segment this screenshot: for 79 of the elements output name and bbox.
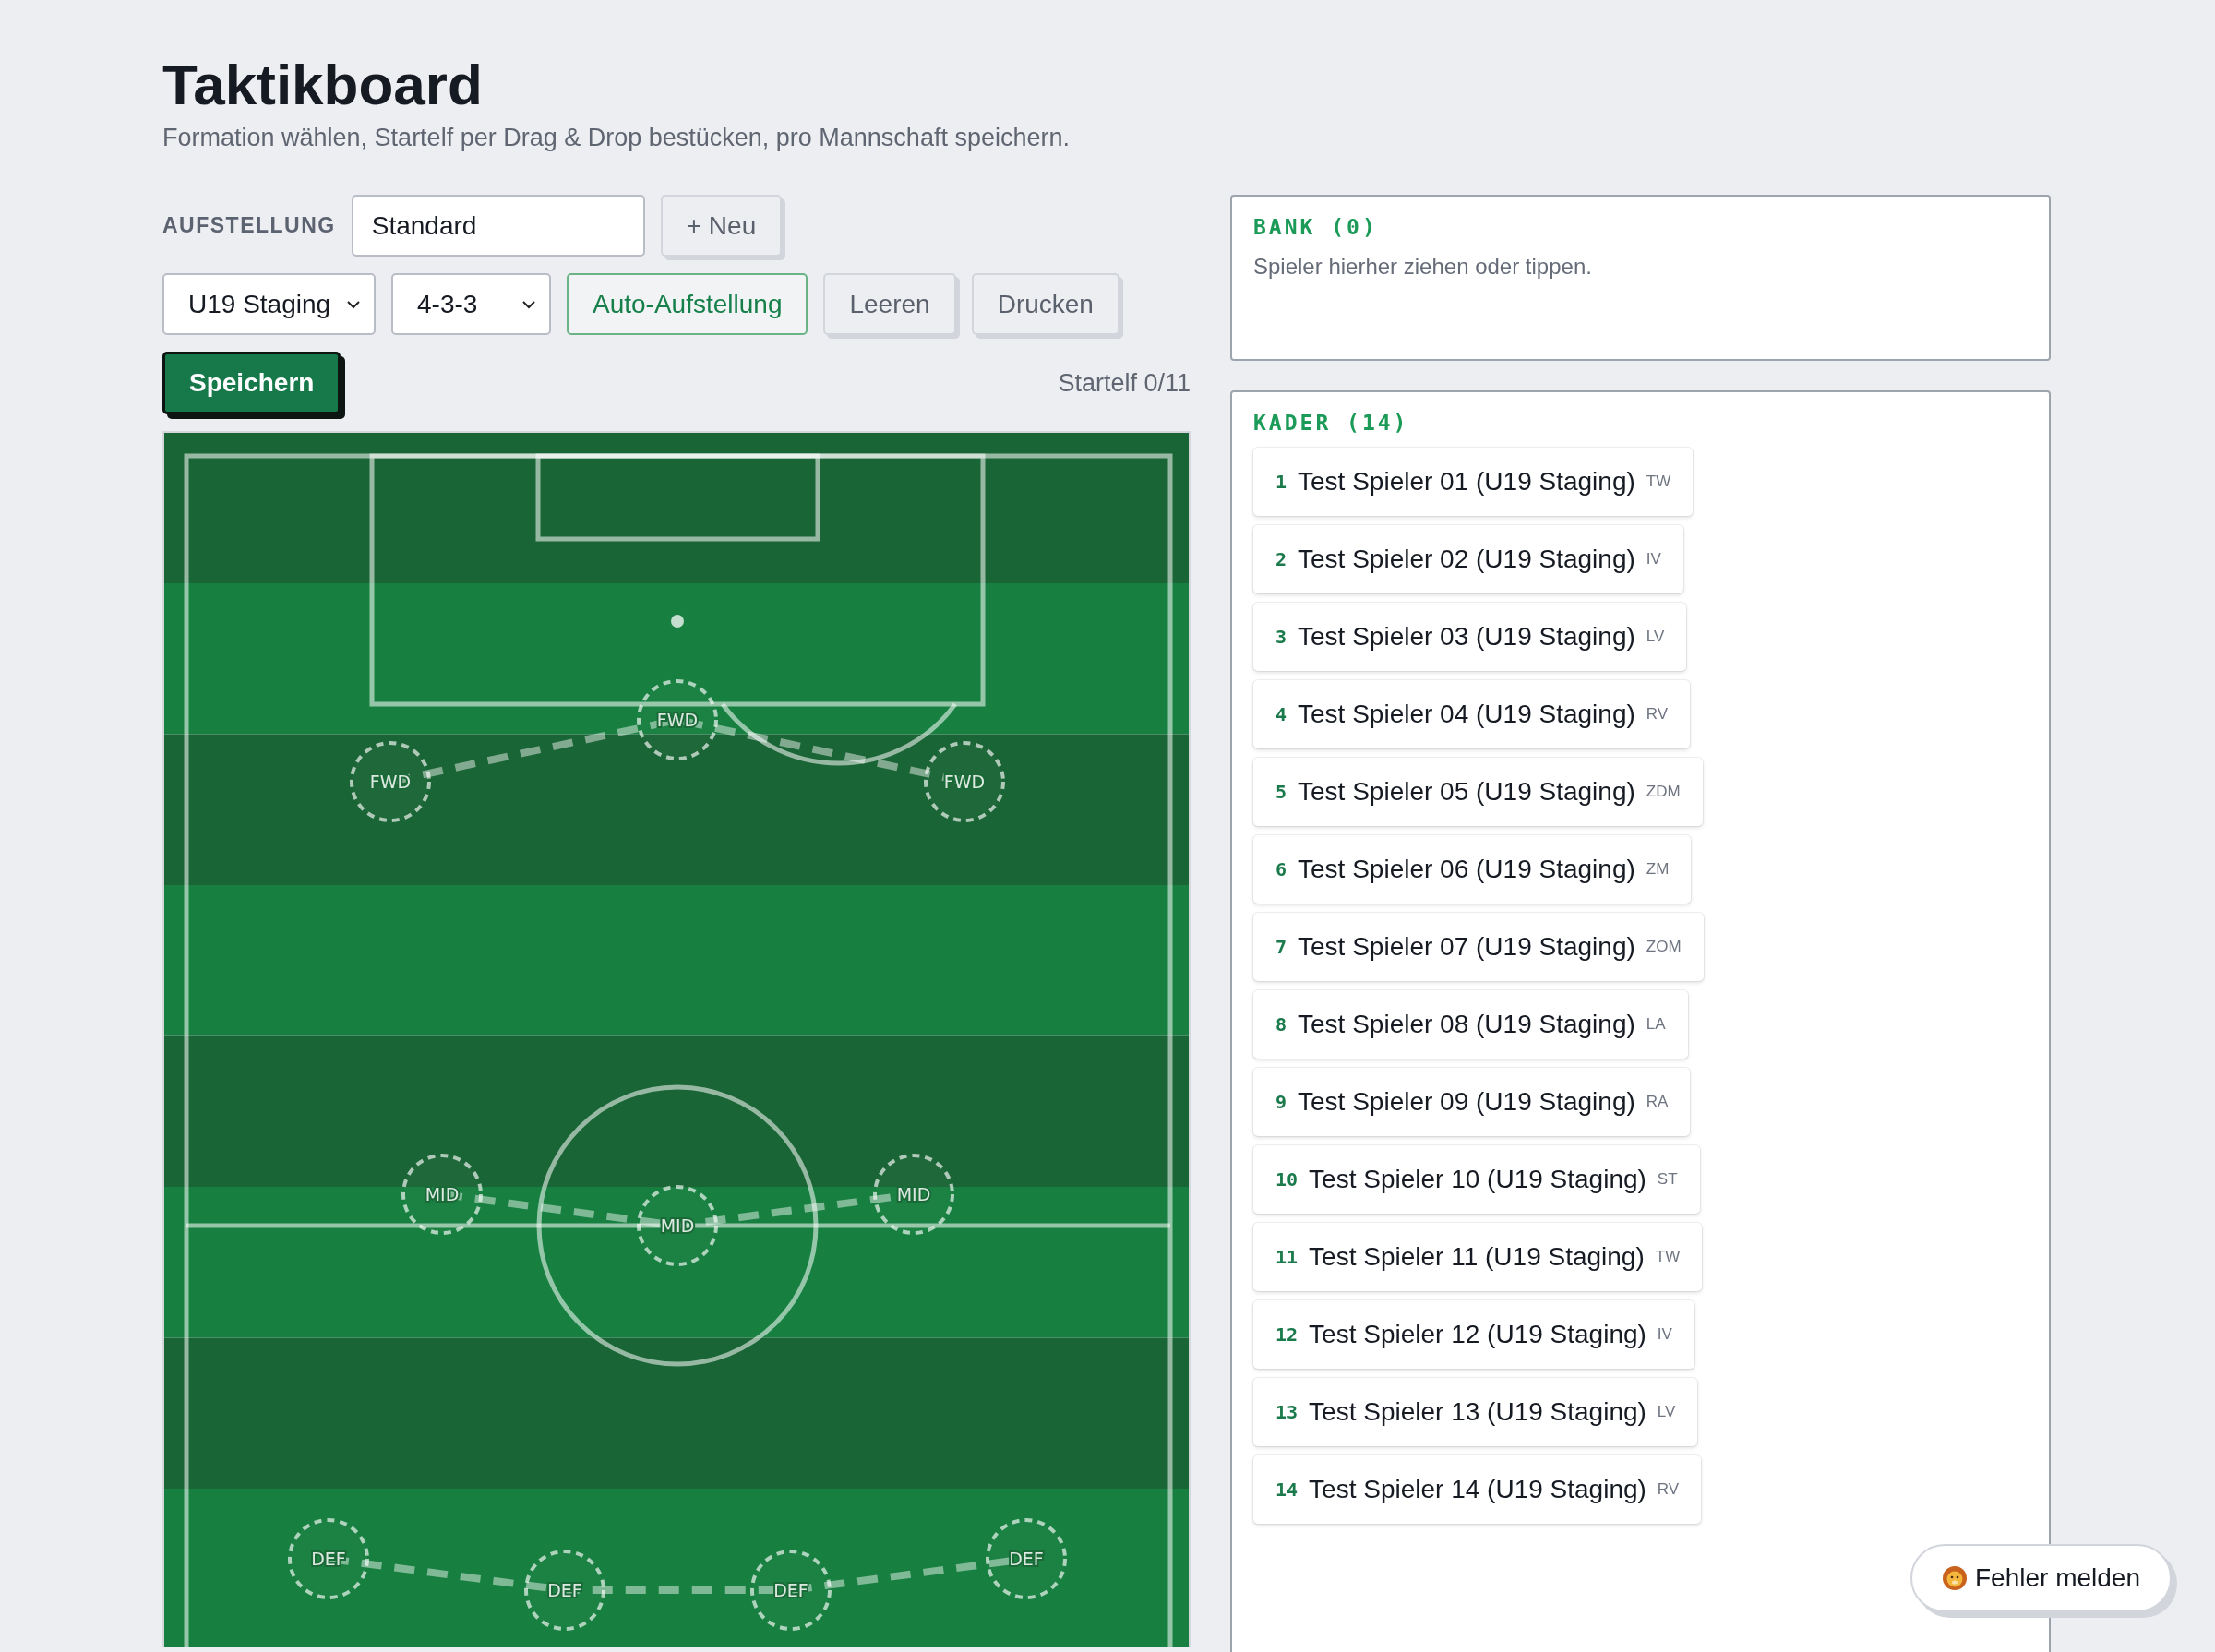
- player-card[interactable]: 8 Test Spieler 08 (U19 Staging) LA: [1253, 990, 1688, 1059]
- auto-lineup-button[interactable]: Auto-Aufstellung: [567, 273, 808, 335]
- player-card[interactable]: 7 Test Spieler 07 (U19 Staging) ZOM: [1253, 913, 1704, 981]
- starting-eleven-count: Startelf 0/11: [1058, 368, 1191, 398]
- page-title: Taktikboard: [162, 52, 484, 118]
- player-card[interactable]: 14 Test Spieler 14 (U19 Staging) RV: [1253, 1455, 1702, 1524]
- chevron-icon: [521, 299, 536, 309]
- player-number: 4: [1275, 703, 1287, 725]
- player-name: Test Spieler 11 (U19 Staging): [1309, 1242, 1645, 1272]
- player-position: ZDM: [1646, 783, 1681, 801]
- player-name: Test Spieler 09 (U19 Staging): [1298, 1087, 1635, 1117]
- position-slot[interactable]: DEF: [750, 1550, 832, 1631]
- player-name: Test Spieler 07 (U19 Staging): [1298, 932, 1635, 962]
- player-number: 11: [1275, 1246, 1299, 1268]
- player-number: 6: [1275, 858, 1287, 880]
- player-position: RV: [1646, 705, 1669, 724]
- player-card[interactable]: 5 Test Spieler 05 (U19 Staging) ZDM: [1253, 758, 1703, 826]
- player-card[interactable]: 10 Test Spieler 10 (U19 Staging) ST: [1253, 1145, 1700, 1214]
- player-card[interactable]: 2 Test Spieler 02 (U19 Staging) IV: [1253, 525, 1683, 593]
- player-position: LV: [1657, 1403, 1676, 1421]
- player-position: RV: [1657, 1480, 1680, 1499]
- player-card[interactable]: 1 Test Spieler 01 (U19 Staging) TW: [1253, 448, 1694, 516]
- player-name: Test Spieler 02 (U19 Staging): [1298, 545, 1635, 574]
- lion-icon: [1942, 1565, 1968, 1591]
- formation-select[interactable]: 4-3-3: [391, 273, 551, 335]
- player-name: Test Spieler 08 (U19 Staging): [1298, 1010, 1635, 1039]
- position-slot[interactable]: FWD: [637, 679, 718, 760]
- position-slot[interactable]: FWD: [350, 741, 431, 822]
- player-position: LA: [1646, 1015, 1666, 1034]
- player-number: 13: [1275, 1401, 1299, 1423]
- position-slot[interactable]: DEF: [524, 1550, 605, 1631]
- player-card[interactable]: 6 Test Spieler 06 (U19 Staging) ZM: [1253, 835, 1692, 904]
- player-number: 7: [1275, 936, 1287, 958]
- player-position: ZOM: [1646, 938, 1682, 956]
- position-slot[interactable]: MID: [873, 1154, 954, 1235]
- player-number: 8: [1275, 1013, 1287, 1035]
- lineup-label: AUFSTELLUNG: [162, 213, 336, 238]
- player-name: Test Spieler 03 (U19 Staging): [1298, 622, 1635, 652]
- position-slot[interactable]: FWD: [924, 741, 1005, 822]
- player-name: Test Spieler 12 (U19 Staging): [1309, 1320, 1646, 1349]
- player-position: IV: [1657, 1325, 1672, 1344]
- player-name: Test Spieler 10 (U19 Staging): [1309, 1165, 1646, 1194]
- bench-title: BANK (0): [1253, 215, 1379, 239]
- team-select[interactable]: U19 Staging: [162, 273, 376, 335]
- player-card[interactable]: 4 Test Spieler 04 (U19 Staging) RV: [1253, 680, 1691, 748]
- player-position: RA: [1646, 1093, 1669, 1111]
- player-number: 3: [1275, 626, 1287, 648]
- player-position: TW: [1655, 1248, 1681, 1266]
- chevron-icon: [346, 299, 361, 309]
- player-position: IV: [1646, 550, 1661, 569]
- player-number: 1: [1275, 471, 1287, 493]
- lineup-name-field[interactable]: Standard: [351, 195, 645, 257]
- player-number: 14: [1275, 1478, 1299, 1501]
- player-card[interactable]: 12 Test Spieler 12 (U19 Staging) IV: [1253, 1300, 1694, 1369]
- player-name: Test Spieler 04 (U19 Staging): [1298, 700, 1635, 729]
- player-position: ST: [1657, 1170, 1678, 1189]
- player-number: 2: [1275, 548, 1287, 570]
- squad-title: KADER (14): [1253, 411, 1410, 435]
- player-number: 12: [1275, 1323, 1299, 1346]
- bench-hint: Spieler hierher ziehen oder tippen.: [1253, 254, 1593, 280]
- position-slot[interactable]: MID: [401, 1154, 483, 1235]
- player-card[interactable]: 9 Test Spieler 09 (U19 Staging) RA: [1253, 1068, 1691, 1136]
- player-card[interactable]: 3 Test Spieler 03 (U19 Staging) LV: [1253, 603, 1687, 671]
- player-number: 9: [1275, 1091, 1287, 1113]
- position-slot[interactable]: DEF: [986, 1518, 1067, 1599]
- player-name: Test Spieler 06 (U19 Staging): [1298, 855, 1635, 884]
- player-number: 5: [1275, 781, 1287, 803]
- player-name: Test Spieler 05 (U19 Staging): [1298, 777, 1635, 807]
- player-number: 10: [1275, 1168, 1299, 1191]
- player-position: LV: [1646, 628, 1665, 646]
- position-slot[interactable]: DEF: [288, 1518, 369, 1599]
- player-position: ZM: [1646, 860, 1670, 879]
- player-card[interactable]: 13 Test Spieler 13 (U19 Staging) LV: [1253, 1378, 1698, 1446]
- player-name: Test Spieler 14 (U19 Staging): [1309, 1475, 1646, 1504]
- player-position: TW: [1646, 473, 1671, 491]
- player-card[interactable]: 11 Test Spieler 11 (U19 Staging) TW: [1253, 1223, 1703, 1291]
- page-subtitle: Formation wählen, Startelf per Drag & Drop bestücken, pro Mannschaft speichern.: [162, 124, 1071, 152]
- player-name: Test Spieler 01 (U19 Staging): [1298, 467, 1635, 497]
- player-name: Test Spieler 13 (U19 Staging): [1309, 1397, 1646, 1427]
